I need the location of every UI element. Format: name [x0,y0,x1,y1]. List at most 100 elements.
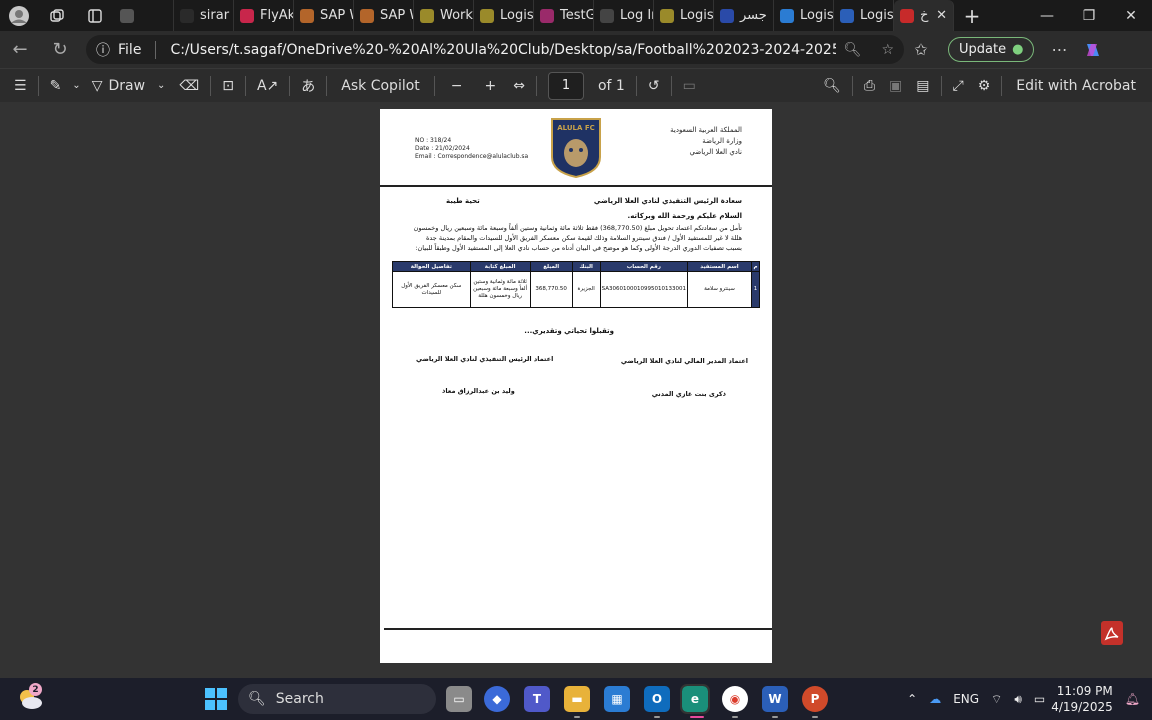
back-button[interactable]: ← [0,31,40,68]
update-status-icon: ● [1012,42,1024,57]
browser-tab[interactable]: SAP W [354,0,414,31]
save-as-icon[interactable]: ▤ [909,69,936,103]
table-header: اسم المستفيد [687,261,752,272]
tab-favicon-icon [300,8,314,23]
letter-email: Email : Correspondence@alulaclub.sa [415,153,529,160]
fullscreen-icon[interactable]: ⤢ [946,69,971,103]
ceo-name: وليد بن عبدالرزاق معاذ [442,387,515,395]
edge-icon[interactable]: e [680,684,710,714]
profile-avatar[interactable] [0,0,38,31]
clock-time: 11:09 PM [1056,684,1113,698]
browser-tab[interactable]: FlyAke [234,0,294,31]
browser-tab[interactable]: TestGo [534,0,594,31]
print-icon[interactable]: ⎙ [857,69,882,103]
minimize-button[interactable]: — [1026,0,1068,31]
copilot-icon[interactable] [1076,31,1110,68]
contents-icon[interactable]: ☰ [0,69,34,103]
new-tab-button[interactable]: + [954,0,990,31]
chrome-icon[interactable]: ◉ [722,686,748,712]
refresh-button[interactable]: ↻ [40,31,80,68]
toolbar-divider [326,75,328,96]
outlook-icon[interactable]: O [644,686,670,712]
update-button[interactable]: Update ● [948,37,1035,62]
browser-tab[interactable] [114,0,174,31]
tray-overflow-icon[interactable]: ⌃ [901,692,923,706]
file-explorer-icon[interactable]: ▬ [564,686,590,712]
clock[interactable]: 11:09 PM 4/19/2025 [1051,683,1119,715]
more-menu-icon[interactable]: ⋯ [1042,31,1076,68]
pdf-viewer[interactable]: NO : 318/24 Date : 21/02/2024 Email : Co… [0,102,1152,678]
address-divider [155,40,157,59]
tab-label: Logisti [800,8,834,23]
info-icon[interactable]: ⓘ [96,40,110,60]
browser-tab[interactable]: Logisti [654,0,714,31]
url-text[interactable]: C:/Users/t.sagaf/OneDrive%20-%20Al%20Ula… [170,42,835,58]
favorites-icon[interactable]: ✩ [904,31,938,68]
fit-page-icon[interactable]: ⇔ [506,69,532,103]
highlight-icon[interactable]: ✎ [43,69,69,103]
teams-icon[interactable]: T [524,686,550,712]
browser-tab[interactable]: Log In [594,0,654,31]
footer-divider [384,628,772,630]
wifi-icon[interactable]: ⌔ [985,692,1008,707]
volume-icon[interactable]: 🔊︎ [1008,692,1028,707]
widget-badge: 2 [29,683,42,696]
task-view-icon[interactable]: ▭ [446,686,472,712]
tab-favicon-icon [420,8,434,23]
draw-label: Draw [108,77,146,94]
edit-with-acrobat-button[interactable]: Edit with Acrobat [1006,69,1152,103]
word-icon[interactable]: W [762,686,788,712]
erase-icon[interactable]: ⌫ [172,69,206,103]
close-window-button[interactable]: ✕ [1110,0,1152,31]
addressee: سعادة الرئيس التنفيذي لنادي العلا الرياض… [593,197,742,205]
toolbar-divider [210,75,212,96]
browser-tab[interactable]: Workfl [414,0,474,31]
transfer-table: م اسم المستفيد رقم الحساب البنك المبلغ ا… [392,261,760,308]
toolbar-divider [670,75,672,96]
browser-tab[interactable]: sirar by [174,0,234,31]
tab-label: Logisti [680,8,714,23]
taskbar-search[interactable]: 🔍︎ Search [238,684,436,714]
browser-tab[interactable]: SAP W [294,0,354,31]
zoom-out-button[interactable]: − [439,69,475,103]
zoom-in-button[interactable]: + [475,69,507,103]
battery-icon[interactable]: ▭ [1028,692,1051,706]
ask-copilot-button[interactable]: Ask Copilot [331,69,430,103]
browser-tab[interactable]: خ ✕ [894,0,954,31]
browser-tab[interactable]: جسر [714,0,774,31]
tab-actions-icon[interactable] [76,0,114,31]
browser-tab[interactable]: Logisti [474,0,534,31]
notification-bell-icon[interactable]: 🔔︎ [1119,692,1152,706]
find-icon[interactable]: 🔍︎ [816,69,848,103]
save-icon[interactable]: ▣ [882,69,909,103]
closing-text: وتقبلوا تحياتي وتقديري... [524,327,614,335]
browser-tab[interactable]: Logisti [834,0,894,31]
language-indicator[interactable]: ENG [947,692,985,706]
acrobat-icon[interactable] [1101,621,1123,645]
club-logo: ALULA FC [551,118,601,179]
settings-gear-icon[interactable]: ⚙ [971,69,998,103]
powerpoint-icon[interactable]: P [802,686,828,712]
highlight-dropdown-icon[interactable]: ⌄ [68,69,84,103]
read-aloud-icon[interactable]: A↗ [250,69,285,103]
rotate-icon[interactable]: ↺ [641,69,667,103]
windows-start-icon[interactable] [205,688,227,710]
translate-icon[interactable]: あ [294,69,322,103]
favorite-star-icon[interactable]: ☆ [881,42,894,58]
address-bar[interactable]: ⓘ File C:/Users/t.sagaf/OneDrive%20-%20A… [86,35,904,64]
restore-button[interactable]: ❐ [1068,0,1110,31]
workspaces-icon[interactable] [38,0,76,31]
cfo-approval-title: اعتماد المدير المالي لنادي العلا الرياضي [620,357,748,365]
toolbar-divider [940,75,942,96]
draw-button[interactable]: ▽ Draw ⌄ [85,69,173,103]
browser-tab[interactable]: Logisti [774,0,834,31]
onedrive-icon[interactable]: ☁ [923,692,947,706]
close-tab-icon[interactable]: ✕ [936,8,947,23]
page-number-input[interactable]: 1 [547,71,584,100]
microsoft-store-icon[interactable]: ▦ [604,686,630,712]
clock-date: 4/19/2025 [1051,700,1113,714]
copilot-app-icon[interactable]: ◆ [484,686,510,712]
zoom-icon[interactable]: 🔍︎ [844,42,862,58]
text-box-icon[interactable]: ⊡ [215,69,241,103]
page-view-icon[interactable]: ▭ [676,69,703,103]
